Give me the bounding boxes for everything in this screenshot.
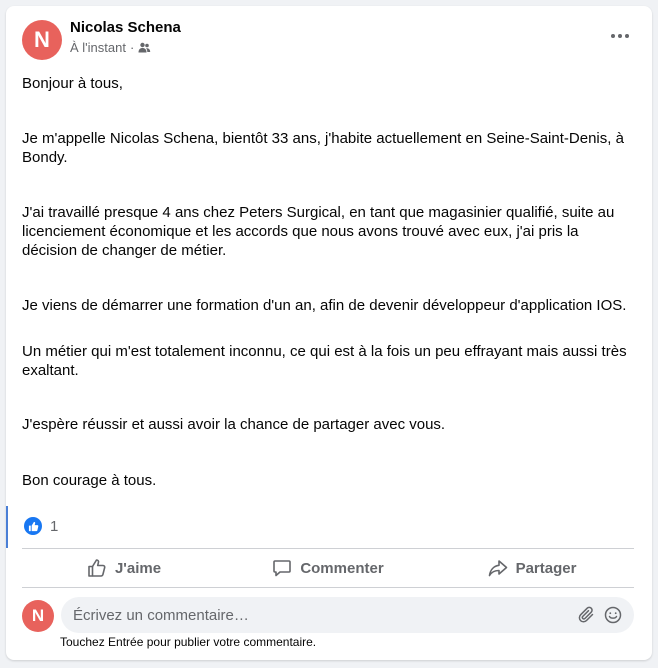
- attachment-icon[interactable]: [578, 606, 596, 624]
- comment-bubble-icon: [272, 558, 292, 578]
- post-paragraph: Je viens de démarrer une formation d'un …: [22, 297, 627, 314]
- post-paragraph: J'espère réussir et aussi avoir la chanc…: [22, 416, 446, 433]
- post-card: N Nicolas Schena À l'instant · Bonjour à…: [6, 6, 652, 660]
- divider: [22, 587, 634, 588]
- post-paragraph: Je m'appelle Nicolas Schena, bientôt 33 …: [22, 130, 624, 166]
- commenter-avatar[interactable]: N: [22, 600, 54, 632]
- share-button[interactable]: Partager: [430, 549, 634, 587]
- post-actions: J'aime Commenter Partager: [22, 549, 634, 587]
- post-meta: À l'instant ·: [70, 40, 151, 55]
- author-avatar[interactable]: N: [22, 20, 62, 60]
- share-arrow-icon: [488, 558, 508, 578]
- comment-input[interactable]: [73, 597, 553, 633]
- thumbs-up-icon: [87, 558, 107, 578]
- comment-label: Commenter: [300, 559, 384, 577]
- post-paragraph: Un métier qui m'est totalement inconnu, …: [22, 343, 627, 379]
- more-options-icon[interactable]: [608, 26, 632, 46]
- friends-icon[interactable]: [138, 42, 151, 54]
- focus-indicator: [6, 506, 8, 548]
- comment-box[interactable]: [61, 597, 634, 633]
- share-label: Partager: [515, 559, 577, 577]
- meta-separator: ·: [129, 40, 135, 55]
- like-reaction-icon[interactable]: [24, 517, 42, 535]
- emoji-icon[interactable]: [604, 606, 622, 624]
- post-paragraph: Bonjour à tous,: [22, 75, 123, 92]
- comment-hint: Touchez Entrée pour publier votre commen…: [60, 635, 317, 649]
- reaction-count[interactable]: 1: [50, 518, 58, 535]
- author-name[interactable]: Nicolas Schena: [70, 19, 181, 36]
- like-label: J'aime: [114, 559, 162, 577]
- like-button[interactable]: J'aime: [22, 549, 226, 587]
- post-paragraph: J'ai travaillé presque 4 ans chez Peters…: [22, 204, 615, 259]
- post-timestamp[interactable]: À l'instant: [70, 40, 126, 55]
- reactions-summary[interactable]: 1: [6, 506, 652, 548]
- comment-button[interactable]: Commenter: [226, 549, 430, 587]
- post-paragraph: Bon courage à tous.: [22, 472, 157, 489]
